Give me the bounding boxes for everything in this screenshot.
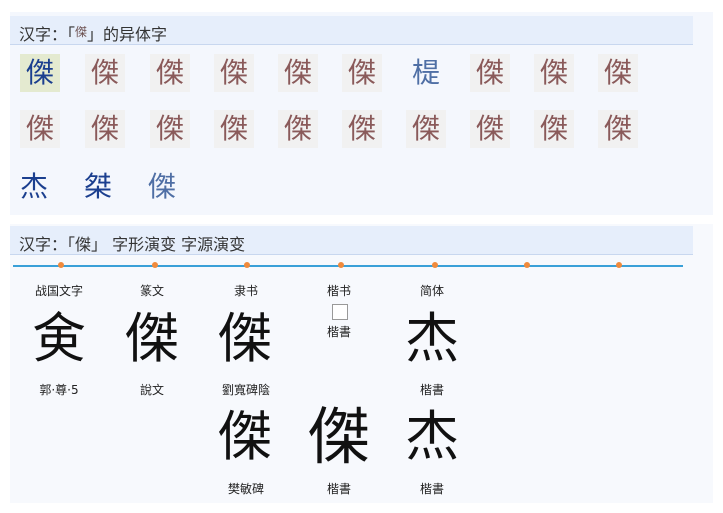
variant-glyph[interactable]: 桀 [78, 168, 118, 206]
evolution-caption: 楷書 [419, 482, 444, 496]
variant-glyph[interactable]: 傑 [342, 110, 382, 148]
evolution-glyph: 傑 [218, 307, 272, 370]
evolution-caption: 樊敏碑 [227, 482, 264, 496]
timeline-dot [152, 262, 158, 268]
variant-glyph[interactable]: 傑 [470, 110, 510, 148]
timeline-dot [244, 262, 250, 268]
variant-glyph[interactable]: 傑 [142, 168, 182, 206]
evolution-title: 汉字：「傑」 字形演变 字源演变 [19, 235, 246, 254]
evolution-caption: 楷書 [419, 383, 444, 397]
evolution-glyph: 㑒 [32, 307, 86, 370]
variant-row-2: 傑 傑 傑 傑 傑 傑 傑 傑 傑 傑 [10, 110, 713, 154]
variant-glyph[interactable]: 杰 [14, 168, 54, 206]
evolution-caption: 說文 [139, 383, 164, 397]
timeline-dot [58, 262, 64, 268]
variant-glyph[interactable]: 傑 [534, 54, 574, 92]
timeline-dot [338, 262, 344, 268]
variant-glyph[interactable]: 傑 [278, 110, 318, 148]
evolution-header: 汉字：「傑」 字形演变 字源演变 [10, 226, 693, 255]
variant-glyph[interactable]: 傑 [20, 54, 60, 92]
variant-glyph[interactable]: 傑 [214, 54, 254, 92]
stage-label: 战国文字 [34, 284, 83, 298]
variant-glyph[interactable]: 傑 [150, 110, 190, 148]
evolution-caption: 楷書 [326, 482, 351, 496]
variant-glyph[interactable]: 傑 [534, 110, 574, 148]
variant-glyph[interactable]: 傑 [278, 54, 318, 92]
variant-header: 汉字：「傑」的异体字 [10, 16, 693, 45]
variant-row-3: 杰 桀 傑 [10, 168, 713, 212]
stage-label: 篆文 [139, 284, 164, 298]
stage-label: 隶书 [233, 284, 258, 298]
variant-glyph[interactable]: 傑 [406, 110, 446, 148]
variant-glyph[interactable]: 傑 [598, 54, 638, 92]
evolution-caption: 郭·尊·5 [39, 383, 79, 397]
evolution-alt-text: 楷書 [326, 325, 351, 339]
variant-glyph[interactable]: 傑 [85, 54, 125, 92]
variant-glyph[interactable]: 傑 [85, 110, 125, 148]
variant-title: 汉字：「傑」的异体字 [19, 25, 168, 44]
timeline-dot [616, 262, 622, 268]
variant-glyph[interactable]: 㮛 [406, 54, 446, 92]
evolution-glyph: 杰 [405, 405, 459, 468]
variant-glyph[interactable]: 傑 [150, 54, 190, 92]
variant-glyph[interactable]: 傑 [470, 54, 510, 92]
variant-glyph[interactable]: 傑 [20, 110, 60, 148]
evolution-glyph: 傑 [218, 405, 272, 468]
evolution-caption: 劉寬碑陰 [221, 383, 270, 397]
timeline-line [13, 265, 683, 267]
broken-image-icon [332, 304, 348, 320]
stage-label: 简体 [419, 284, 444, 298]
variant-panel: 汉字：「傑」的异体字 傑 傑 傑 傑 傑 傑 㮛 傑 傑 傑 傑 傑 傑 傑 傑… [10, 12, 713, 215]
variant-glyph[interactable]: 傑 [598, 110, 638, 148]
timeline-dot [432, 262, 438, 268]
stage-label: 楷书 [326, 284, 351, 298]
evolution-glyph: 傑 [307, 400, 370, 473]
evolution-panel: 汉字：「傑」 字形演变 字源演变 战国文字 篆文 隶书 楷书 简体 㑒 傑 傑 … [10, 224, 713, 503]
timeline-dot [524, 262, 530, 268]
variant-glyph[interactable]: 傑 [214, 110, 254, 148]
variant-glyph[interactable]: 傑 [342, 54, 382, 92]
evolution-glyph: 傑 [125, 307, 179, 370]
variant-row-1: 傑 傑 傑 傑 傑 傑 㮛 傑 傑 傑 [10, 54, 713, 98]
evolution-glyph: 杰 [405, 307, 459, 370]
